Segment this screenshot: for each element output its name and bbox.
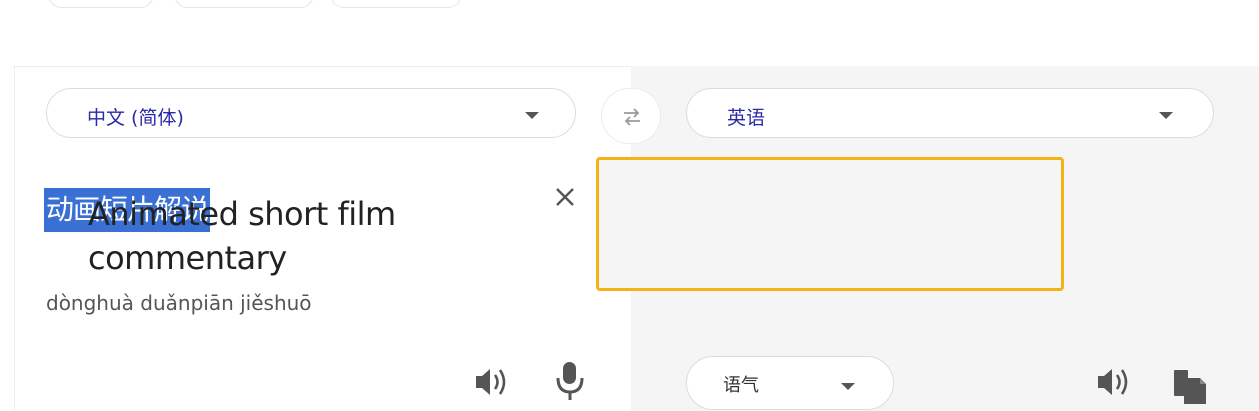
target-language-label: 英语	[727, 107, 766, 129]
translator-page: 中文 (简体) 英语 动画短片解说 dònghuà duǎnpiān jiěsh…	[0, 0, 1259, 411]
target-language-select[interactable]: 英语	[686, 88, 1214, 138]
clear-text-button[interactable]	[551, 183, 581, 213]
translation-highlight-box	[596, 157, 1064, 291]
chevron-down-icon	[841, 383, 855, 390]
translation-listen-button[interactable]	[1094, 362, 1134, 402]
copy-translation-button[interactable]	[1170, 364, 1210, 404]
pinyin-transliteration: dònghuà duǎnpiān jiěshuō	[46, 291, 312, 315]
swap-languages-button[interactable]	[601, 88, 661, 144]
chevron-down-icon	[1159, 112, 1173, 119]
top-filter-chip[interactable]	[330, 0, 462, 8]
translation-output: Animated short film commentary	[88, 195, 396, 277]
microphone-icon	[556, 362, 584, 400]
microphone-button[interactable]	[552, 360, 592, 400]
source-listen-button[interactable]	[472, 362, 512, 402]
source-language-select[interactable]: 中文 (简体)	[46, 88, 576, 138]
tone-label: 语气	[723, 375, 759, 396]
chevron-down-icon	[525, 112, 539, 119]
copy-icon	[1174, 370, 1206, 404]
top-filter-chip[interactable]	[48, 0, 154, 8]
speaker-icon	[476, 369, 506, 395]
top-filter-chip[interactable]	[174, 0, 314, 8]
speaker-icon	[1098, 369, 1128, 395]
close-icon	[556, 188, 574, 206]
tone-select[interactable]: 语气	[686, 356, 894, 410]
swap-arrows-icon	[624, 108, 640, 126]
source-language-label: 中文 (简体)	[87, 107, 184, 129]
